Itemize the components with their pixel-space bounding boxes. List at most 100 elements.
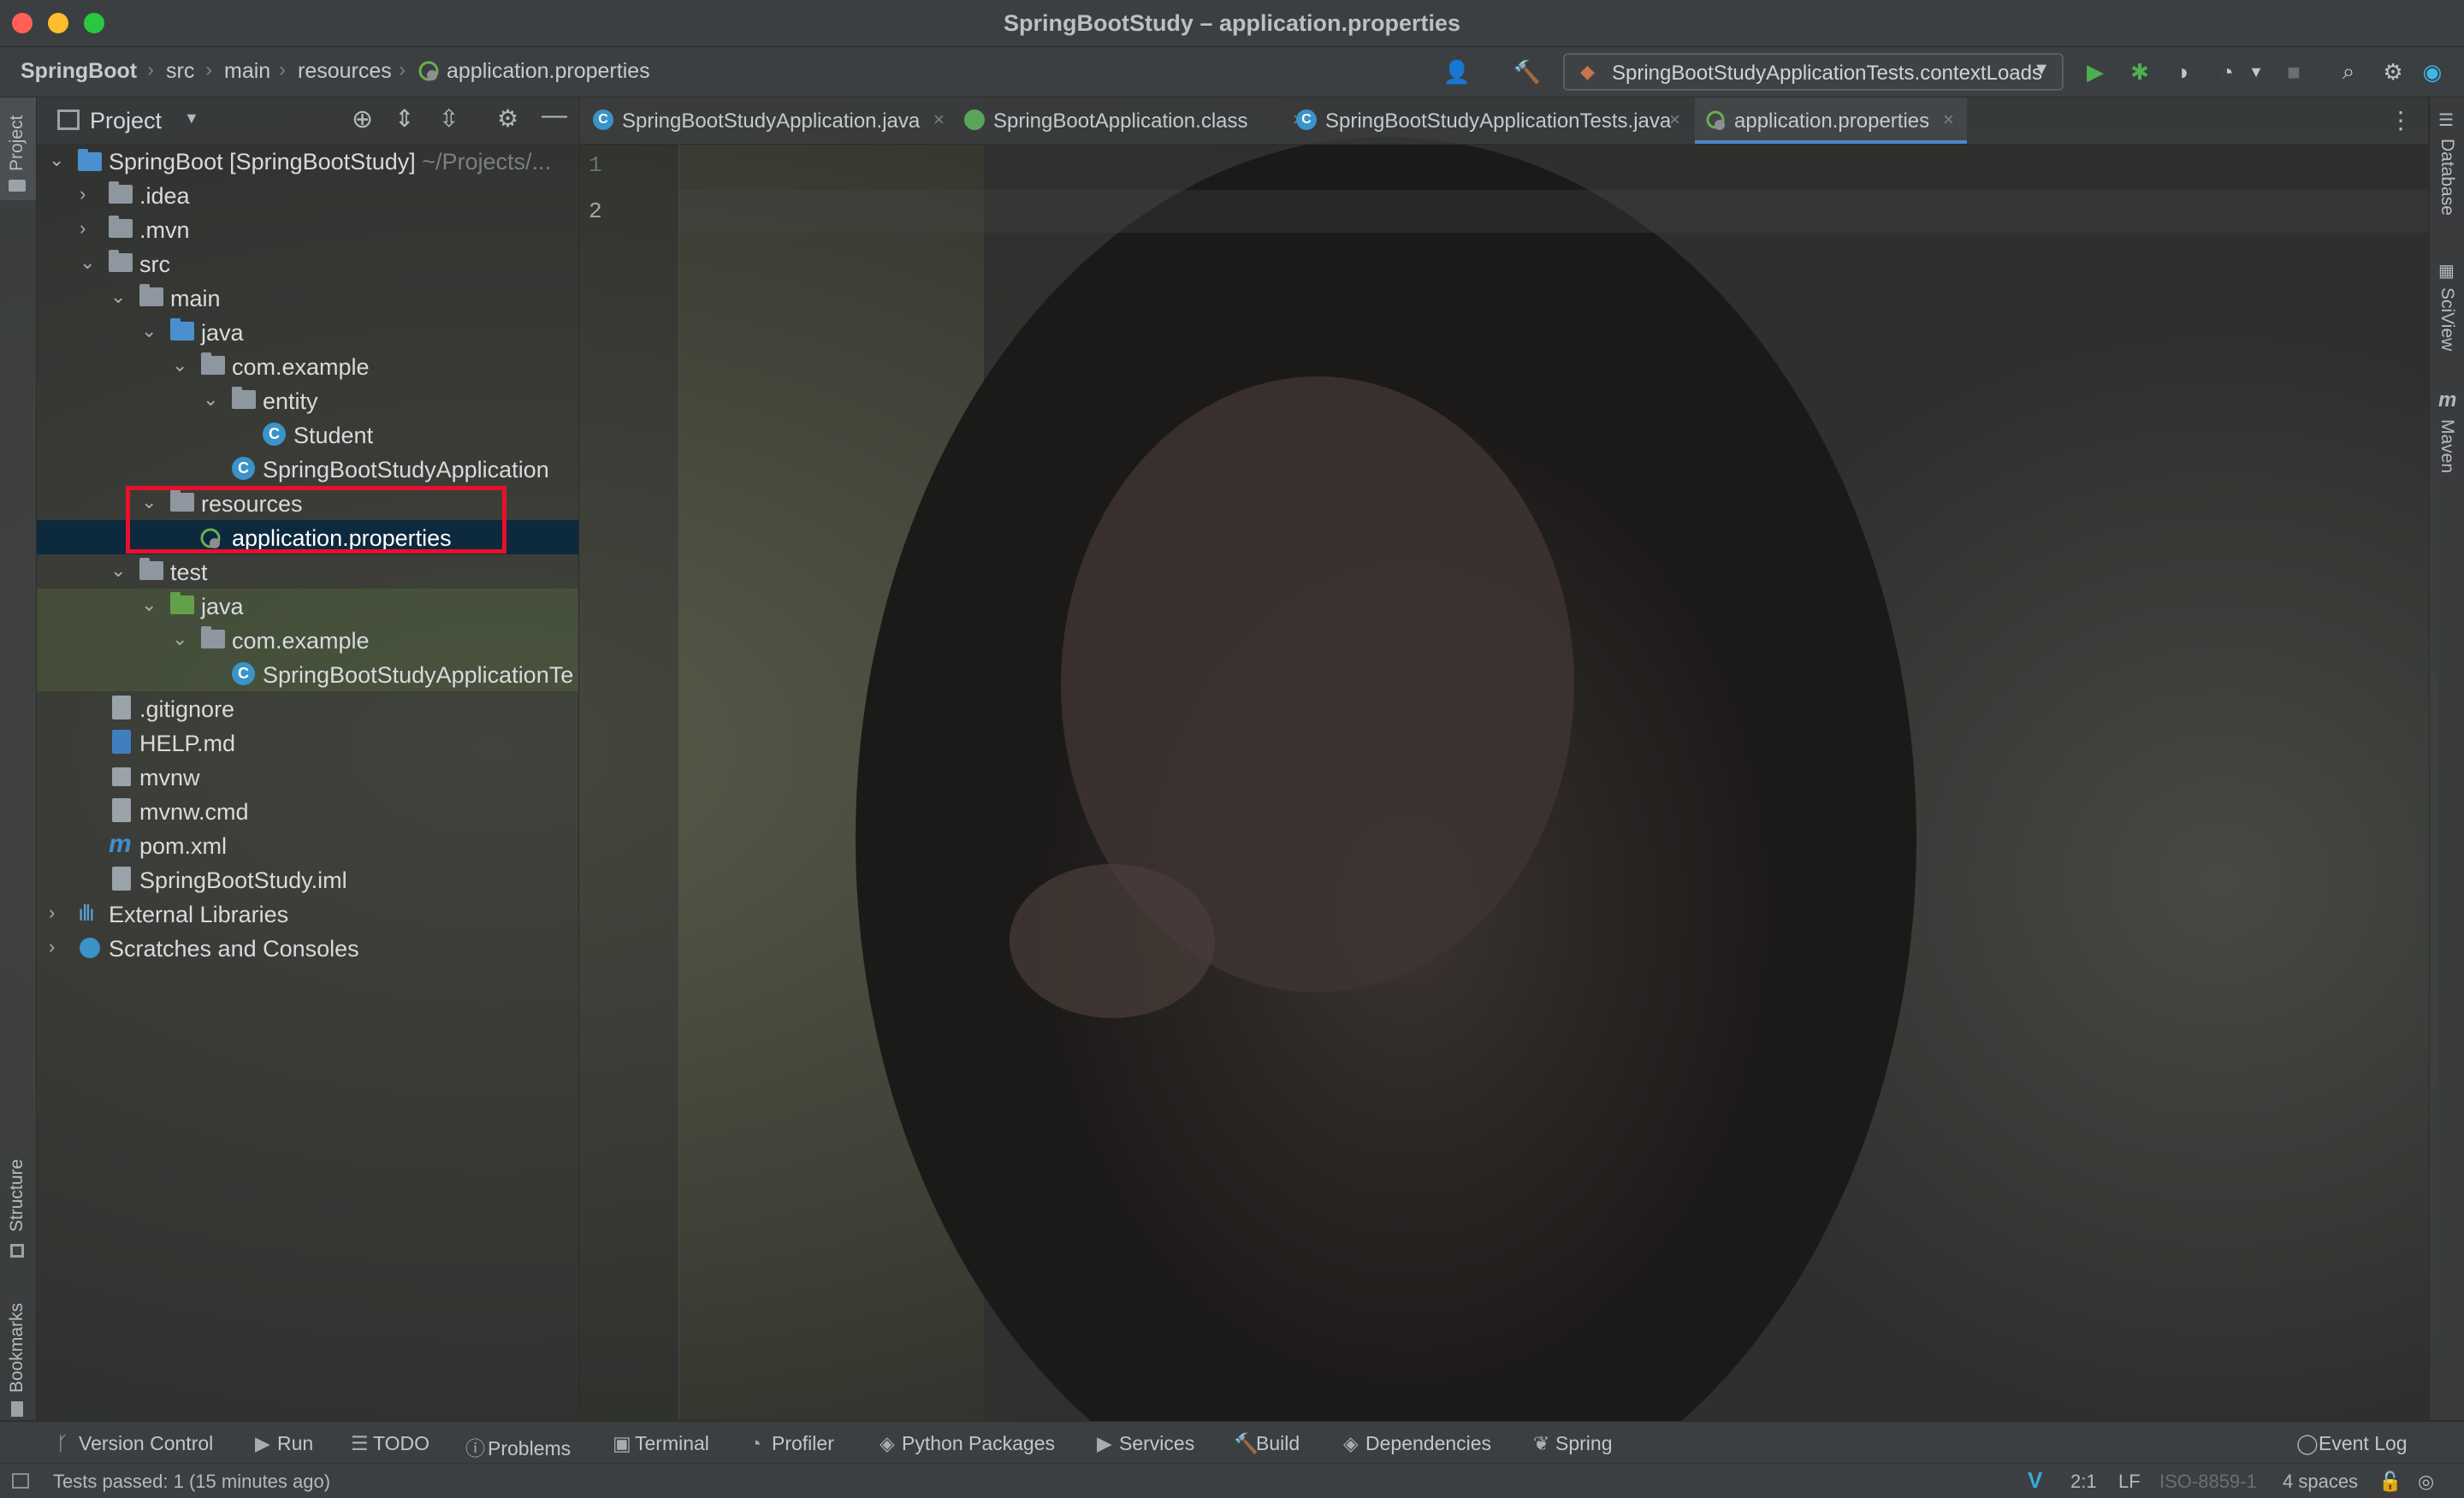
tool-spring[interactable]: ❦ Spring bbox=[1533, 1432, 1612, 1455]
breadcrumb-project[interactable]: SpringBoot bbox=[21, 59, 137, 84]
build-hammer-icon[interactable]: 🔨 bbox=[1513, 57, 1542, 86]
tree-item[interactable]: HELP.md bbox=[37, 725, 578, 760]
gear-icon[interactable]: ⚙ bbox=[497, 104, 518, 133]
chevron-down-icon[interactable]: ▼ bbox=[184, 110, 199, 127]
tab-application-properties[interactable]: application.properties × bbox=[1695, 98, 1967, 144]
chevron-down-icon[interactable]: ⌄ bbox=[80, 252, 95, 274]
chevron-right-icon[interactable]: › bbox=[49, 936, 55, 958]
tree-item[interactable]: › .mvn bbox=[37, 212, 578, 246]
tool-build[interactable]: 🔨Build bbox=[1234, 1432, 1300, 1455]
tool-event-log[interactable]: ◯Event Log bbox=[2296, 1432, 2408, 1455]
locate-file-icon[interactable]: ⊕ bbox=[352, 104, 373, 134]
tree-item[interactable]: ⌄ test bbox=[37, 554, 578, 589]
tree-item[interactable]: .gitignore bbox=[37, 691, 578, 725]
tree-item[interactable]: mvnw bbox=[37, 760, 578, 794]
stop-icon[interactable]: ■ bbox=[2279, 57, 2308, 86]
tool-version-control[interactable]: ᚴ Version Control bbox=[56, 1432, 213, 1455]
breadcrumb-file[interactable]: application.properties bbox=[447, 59, 650, 84]
tool-terminal[interactable]: ▣ Terminal bbox=[613, 1432, 709, 1455]
chevron-down-icon[interactable]: ⌄ bbox=[110, 286, 126, 308]
project-panel-header: Project ▼ ⊕ ⇕ ⇳ ⚙ — bbox=[37, 98, 578, 144]
chevron-right-icon[interactable]: › bbox=[80, 217, 86, 240]
profiler-icon[interactable]: ◔ bbox=[2212, 57, 2242, 86]
breadcrumb-src[interactable]: src bbox=[166, 59, 194, 84]
jetbrains-logo-icon[interactable]: ◉ bbox=[2418, 57, 2447, 86]
tree-item-label: SpringBootStudyApplication bbox=[263, 457, 549, 483]
chevron-down-icon[interactable]: ⌄ bbox=[172, 354, 187, 376]
debug-icon[interactable]: ✱ bbox=[2125, 57, 2154, 86]
breadcrumb-resources[interactable]: resources bbox=[298, 59, 392, 84]
chevron-down-icon[interactable]: ⌄ bbox=[141, 320, 157, 342]
tree-item[interactable]: C Student bbox=[37, 417, 578, 452]
tree-item[interactable]: ⌄ SpringBoot [SpringBootStudy] ~/Project… bbox=[37, 144, 578, 178]
tool-todo[interactable]: ☰ TODO bbox=[351, 1432, 429, 1455]
tree-item[interactable]: › .idea bbox=[37, 178, 578, 212]
sciview-tool-tab[interactable]: ▦ SciView bbox=[2430, 257, 2464, 376]
breadcrumb-main[interactable]: main bbox=[224, 59, 270, 84]
chevron-down-icon[interactable]: ⌄ bbox=[110, 560, 126, 582]
collapse-all-icon[interactable]: ⇳ bbox=[439, 104, 459, 133]
tree-item[interactable]: › ıllı External Libraries bbox=[37, 897, 578, 931]
notifications-icon[interactable]: ◎ bbox=[2418, 1471, 2434, 1493]
search-icon[interactable]: ⌕ bbox=[2334, 57, 2363, 86]
tab-springbootapplication-class[interactable]: SpringBootApplication.class × bbox=[964, 98, 1312, 144]
editor-area[interactable] bbox=[679, 144, 2428, 1420]
chevron-down-icon[interactable]: ⌄ bbox=[49, 149, 64, 171]
tool-dependencies[interactable]: ◈ Dependencies bbox=[1343, 1432, 1491, 1455]
tree-item[interactable]: m pom.xml bbox=[37, 828, 578, 862]
tree-item[interactable]: › Scratches and Consoles bbox=[37, 931, 578, 965]
database-tool-tab[interactable]: ☰ Database bbox=[2430, 106, 2464, 243]
tool-problems[interactable]: ⓘ Problems bbox=[465, 1432, 571, 1461]
project-panel-title[interactable]: Project bbox=[90, 108, 162, 134]
caret-position[interactable]: 2:1 bbox=[2070, 1471, 2097, 1493]
coverage-icon[interactable]: ◗ bbox=[2170, 57, 2199, 86]
close-icon[interactable]: × bbox=[1669, 109, 1680, 131]
tree-item[interactable]: ⌄ main bbox=[37, 281, 578, 315]
tree-item[interactable]: ⌄ com.example bbox=[37, 623, 578, 657]
vim-icon[interactable]: V bbox=[2028, 1467, 2042, 1494]
tree-item[interactable]: ⌄ java bbox=[37, 315, 578, 349]
close-icon[interactable]: × bbox=[933, 109, 945, 131]
chevron-down-icon[interactable]: ▼ bbox=[2242, 57, 2271, 86]
chevron-down-icon[interactable]: ⌄ bbox=[203, 388, 218, 411]
project-tool-tab[interactable]: Project bbox=[0, 98, 36, 200]
lock-icon[interactable]: 🔓 bbox=[2378, 1471, 2402, 1493]
line-separator[interactable]: LF bbox=[2118, 1471, 2141, 1493]
tab-springbootstudyapplicationtests-java[interactable]: C SpringBootStudyApplicationTests.java × bbox=[1296, 98, 1690, 144]
tree-item[interactable]: ⌄ java bbox=[37, 589, 578, 623]
status-message[interactable]: Tests passed: 1 (15 minutes ago) bbox=[53, 1471, 330, 1493]
gear-icon[interactable]: ⚙ bbox=[2378, 57, 2408, 86]
chevron-down-icon[interactable]: ⌄ bbox=[141, 594, 157, 616]
tool-python-packages[interactable]: ◈ Python Packages bbox=[880, 1432, 1055, 1455]
user-icon[interactable]: 👤 bbox=[1442, 57, 1472, 86]
structure-tool-tab[interactable]: Structure bbox=[0, 1124, 36, 1278]
indent-setting[interactable]: 4 spaces bbox=[2283, 1471, 2358, 1493]
folder-icon bbox=[109, 181, 133, 204]
tab-springbootstudyapplication-java[interactable]: C SpringBootStudyApplication.java × bbox=[593, 98, 952, 144]
tree-item[interactable]: ⌄ src bbox=[37, 246, 578, 281]
file-encoding[interactable]: ISO-8859-1 bbox=[2159, 1471, 2257, 1493]
tree-item[interactable]: ⌄ entity bbox=[37, 383, 578, 417]
tree-item[interactable]: C SpringBootStudyApplicationTe bbox=[37, 657, 578, 691]
chevron-right-icon[interactable]: › bbox=[49, 902, 55, 924]
close-icon[interactable]: × bbox=[1943, 109, 1954, 131]
tree-item[interactable]: mvnw.cmd bbox=[37, 794, 578, 828]
executable-file-icon bbox=[112, 767, 131, 786]
chevron-right-icon[interactable]: › bbox=[80, 183, 86, 205]
more-options-icon[interactable]: ⋮ bbox=[2389, 106, 2413, 134]
expand-all-icon[interactable]: ⇕ bbox=[394, 104, 414, 133]
chevron-down-icon[interactable]: ⌄ bbox=[172, 628, 187, 650]
toggle-tool-windows-icon[interactable] bbox=[12, 1473, 29, 1489]
run-configuration-select[interactable]: ◆ SpringBootStudyApplicationTests.contex… bbox=[1563, 53, 2064, 91]
project-tool-label: Project bbox=[7, 115, 27, 171]
tool-services[interactable]: ▶ Services bbox=[1097, 1432, 1194, 1455]
tree-item[interactable]: ⌄ com.example bbox=[37, 349, 578, 383]
tree-item[interactable]: SpringBootStudy.iml bbox=[37, 862, 578, 897]
tool-run[interactable]: ▶ Run bbox=[255, 1432, 313, 1455]
hide-panel-icon[interactable]: — bbox=[542, 101, 567, 130]
maven-tool-tab[interactable]: m Maven bbox=[2430, 388, 2464, 500]
bookmarks-tool-tab[interactable]: Bookmarks bbox=[0, 1278, 36, 1424]
run-icon[interactable]: ▶ bbox=[2081, 57, 2110, 86]
tool-profiler[interactable]: ◔ Profiler bbox=[749, 1432, 834, 1455]
tree-item[interactable]: C SpringBootStudyApplication bbox=[37, 452, 578, 486]
